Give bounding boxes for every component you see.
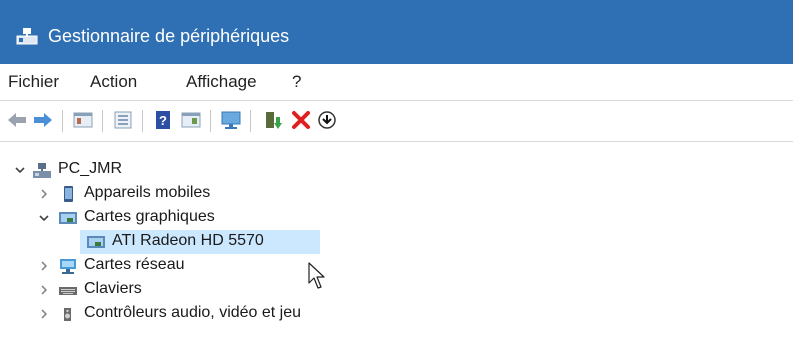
chevron-right-icon[interactable]	[38, 259, 50, 271]
mobile-device-icon	[58, 185, 78, 203]
chevron-down-icon[interactable]	[14, 163, 26, 175]
chevron-right-icon[interactable]	[38, 307, 50, 319]
keyboard-icon	[58, 281, 78, 299]
update-driver-icon[interactable]	[262, 109, 284, 131]
properties-icon[interactable]	[72, 109, 94, 131]
tree-node-cartes-graphiques[interactable]: Cartes graphiques	[0, 206, 300, 230]
device-manager-icon	[16, 27, 38, 45]
tree-node-controleurs-audio-video-jeu[interactable]: Contrôleurs audio, vidéo et jeu	[0, 302, 360, 326]
menu-help[interactable]: ?	[290, 72, 303, 92]
window-title: Gestionnaire de périphériques	[48, 26, 290, 46]
back-arrow-icon[interactable]	[6, 109, 28, 131]
tree-node-root[interactable]: PC_JMR	[0, 158, 300, 182]
title-bar: Gestionnaire de périphériques	[0, 0, 793, 64]
device-tree: PC_JMR Appareils mobiles Cartes graphiqu…	[0, 142, 793, 349]
forward-arrow-icon[interactable]	[32, 109, 54, 131]
tree-node-label: PC_JMR	[58, 160, 123, 177]
tree-node-appareils-mobiles[interactable]: Appareils mobiles	[0, 182, 300, 206]
toolbar-separator	[210, 110, 211, 132]
scan-hardware-icon[interactable]	[220, 109, 242, 131]
tree-node-cartes-reseau[interactable]: Cartes réseau	[0, 254, 300, 278]
mouse-cursor-icon	[308, 262, 326, 290]
action-pane-icon[interactable]	[180, 109, 202, 131]
tree-node-label: Claviers	[84, 280, 142, 297]
tree-node-label: Contrôleurs audio, vidéo et jeu	[84, 304, 302, 321]
console-view-icon[interactable]	[112, 109, 134, 131]
menu-bar: Fichier Action Affichage ?	[0, 64, 793, 101]
speaker-icon	[58, 305, 78, 323]
display-adapter-icon	[58, 209, 78, 227]
toolbar-separator	[62, 110, 63, 132]
tree-node-label: ATI Radeon HD 5570	[112, 232, 264, 249]
download-icon[interactable]	[316, 109, 338, 131]
menu-fichier[interactable]: Fichier	[6, 72, 61, 92]
chevron-down-icon[interactable]	[38, 211, 50, 223]
tree-node-label: Cartes réseau	[84, 256, 185, 273]
uninstall-icon[interactable]	[290, 109, 312, 131]
chevron-right-icon[interactable]	[38, 283, 50, 295]
menu-affichage[interactable]: Affichage	[184, 72, 259, 92]
toolbar-separator	[142, 110, 143, 132]
toolbar-separator	[102, 110, 103, 132]
menu-action[interactable]: Action	[88, 72, 139, 92]
tree-node-claviers[interactable]: Claviers	[0, 278, 300, 302]
chevron-right-icon[interactable]	[38, 187, 50, 199]
network-adapter-icon	[58, 257, 78, 275]
tree-node-ati-radeon-hd-5570[interactable]: ATI Radeon HD 5570	[0, 230, 330, 254]
tree-node-label: Cartes graphiques	[84, 208, 215, 225]
toolbar-separator	[250, 110, 251, 132]
help-icon[interactable]: ?	[152, 109, 174, 131]
tree-node-label: Appareils mobiles	[84, 184, 211, 201]
toolbar: ?	[0, 101, 793, 142]
computer-icon	[32, 161, 52, 179]
svg-text:?: ?	[159, 113, 167, 128]
display-adapter-icon	[86, 233, 106, 251]
